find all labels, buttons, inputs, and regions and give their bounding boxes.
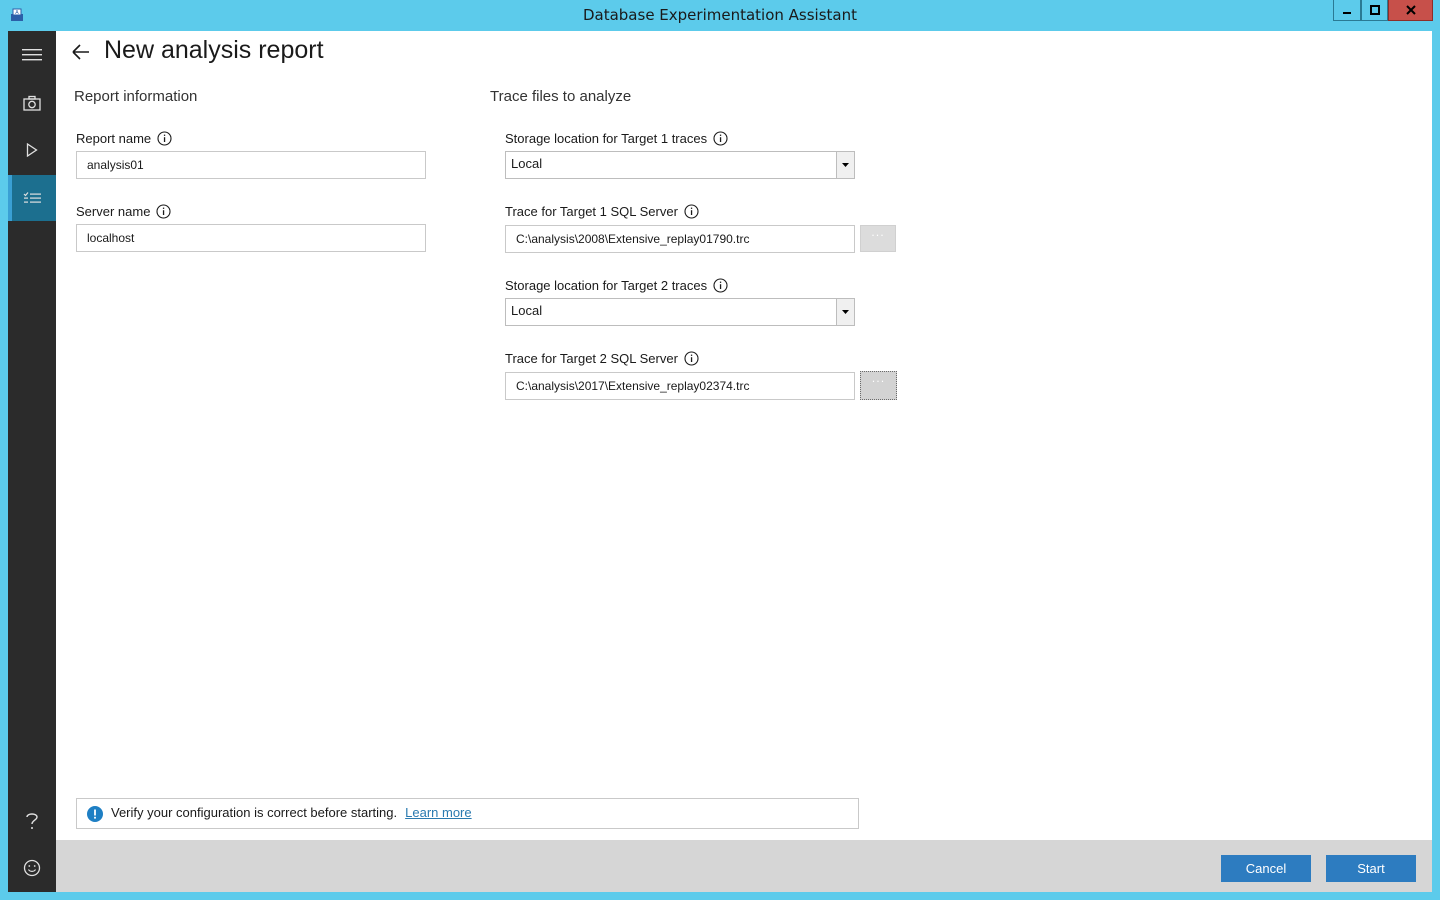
play-icon: [26, 143, 38, 157]
target1-storage-label-text: Storage location for Target 1 traces: [505, 131, 708, 146]
page-title: New analysis report: [104, 36, 324, 64]
target1-storage-select[interactable]: Local: [505, 151, 855, 179]
learn-more-link[interactable]: Learn more: [405, 805, 471, 820]
server-name-label: Server name: [76, 204, 171, 219]
info-icon[interactable]: [684, 351, 699, 366]
report-name-label: Report name: [76, 131, 172, 146]
back-arrow-icon[interactable]: [70, 41, 92, 63]
help-button[interactable]: [8, 798, 56, 844]
server-name-label-text: Server name: [76, 204, 151, 219]
maximize-icon: [1369, 5, 1380, 15]
info-icon[interactable]: [157, 131, 172, 146]
caret-down-icon: [842, 310, 849, 314]
info-filled-icon: [87, 806, 103, 822]
smiley-icon: [23, 859, 41, 877]
report-name-label-text: Report name: [76, 131, 152, 146]
config-notice: Verify your configuration is correct bef…: [76, 798, 859, 829]
report-info-heading: Report information: [74, 88, 198, 105]
info-icon[interactable]: [713, 131, 728, 146]
camera-icon: [23, 95, 41, 111]
footer-bar: Cancel Start: [56, 840, 1432, 892]
minimize-icon: [1343, 12, 1351, 14]
server-name-input[interactable]: localhost: [76, 224, 426, 252]
close-button[interactable]: [1388, 0, 1433, 21]
target1-trace-input[interactable]: C:\analysis\2008\Extensive_replay01790.t…: [505, 225, 855, 253]
hamburger-icon: [22, 49, 42, 61]
target2-storage-value: Local: [511, 303, 543, 318]
target2-trace-label: Trace for Target 2 SQL Server: [505, 351, 699, 366]
info-icon[interactable]: [684, 204, 699, 219]
info-icon[interactable]: [156, 204, 171, 219]
info-icon[interactable]: [713, 278, 728, 293]
feedback-button[interactable]: [8, 845, 56, 891]
minimize-button[interactable]: [1333, 0, 1361, 21]
sidebar-item-analysis[interactable]: [8, 175, 56, 221]
dropdown-button[interactable]: [836, 299, 854, 325]
target1-storage-label: Storage location for Target 1 traces: [505, 131, 728, 146]
target2-trace-input[interactable]: C:\analysis\2017\Extensive_replay02374.t…: [505, 372, 855, 400]
trace-files-heading: Trace files to analyze: [490, 88, 632, 105]
maximize-button[interactable]: [1361, 0, 1388, 21]
report-name-input[interactable]: analysis01: [76, 151, 426, 179]
help-icon: [26, 813, 38, 829]
checklist-icon: [23, 192, 41, 203]
caret-down-icon: [842, 163, 849, 167]
target1-trace-label: Trace for Target 1 SQL Server: [505, 204, 699, 219]
sidebar-item-replay[interactable]: [8, 127, 56, 173]
start-button[interactable]: Start: [1326, 855, 1416, 882]
main-content: New analysis report Report information R…: [56, 31, 1432, 892]
notice-message: Verify your configuration is correct bef…: [111, 805, 398, 820]
title-bar[interactable]: A Database Experimentation Assistant: [0, 0, 1440, 31]
target2-trace-label-text: Trace for Target 2 SQL Server: [505, 351, 678, 366]
app-window: A Database Experimentation Assistant New…: [0, 0, 1440, 900]
target1-browse-button[interactable]: ···: [860, 225, 896, 252]
dropdown-button[interactable]: [836, 152, 854, 178]
target1-storage-value: Local: [511, 156, 543, 171]
target2-storage-label: Storage location for Target 2 traces: [505, 278, 728, 293]
target2-browse-button[interactable]: ···: [860, 371, 897, 400]
cancel-button[interactable]: Cancel: [1221, 855, 1311, 882]
sidebar-item-capture[interactable]: [8, 80, 56, 126]
client-area: New analysis report Report information R…: [8, 31, 1432, 892]
menu-button[interactable]: [8, 32, 56, 78]
notice-text-wrap: Verify your configuration is correct bef…: [111, 805, 472, 820]
close-icon: [1405, 5, 1416, 15]
window-title: Database Experimentation Assistant: [582, 6, 858, 24]
target2-storage-label-text: Storage location for Target 2 traces: [505, 278, 708, 293]
target2-storage-select[interactable]: Local: [505, 298, 855, 326]
sidebar: [8, 31, 56, 892]
target1-trace-label-text: Trace for Target 1 SQL Server: [505, 204, 678, 219]
